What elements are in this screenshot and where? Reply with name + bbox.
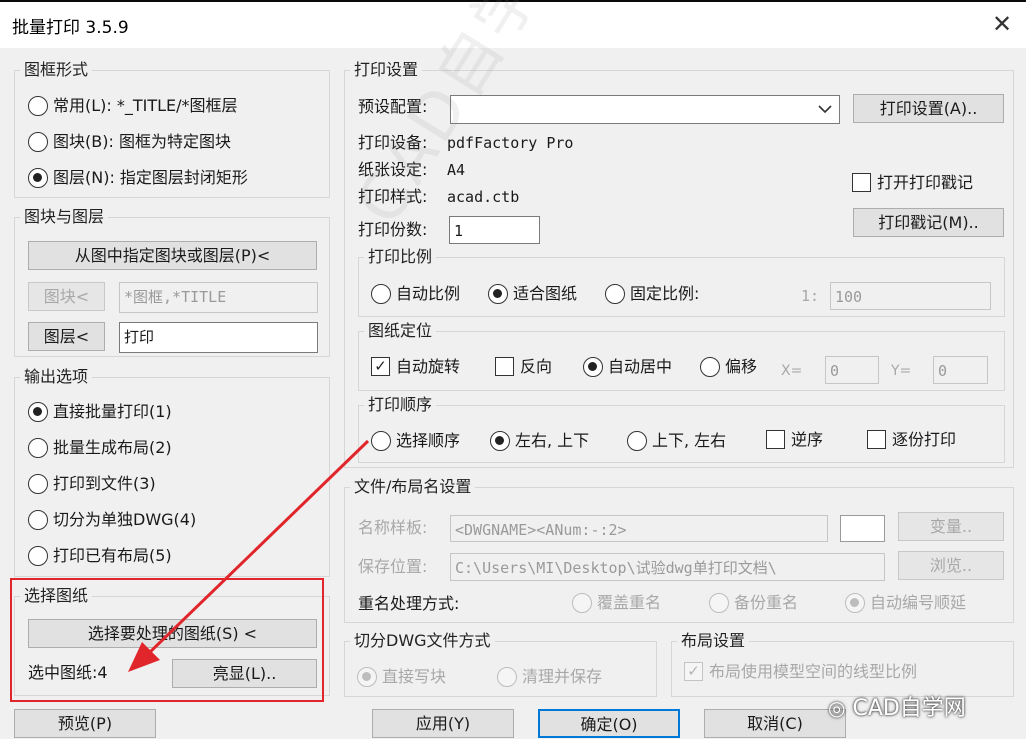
wechat-icon: ◎ (828, 696, 846, 720)
watermark-logo: ◎ CAD自学网 (828, 690, 966, 722)
logo-text: CAD自学网 (852, 696, 966, 721)
annotation-arrow-icon (128, 439, 370, 672)
